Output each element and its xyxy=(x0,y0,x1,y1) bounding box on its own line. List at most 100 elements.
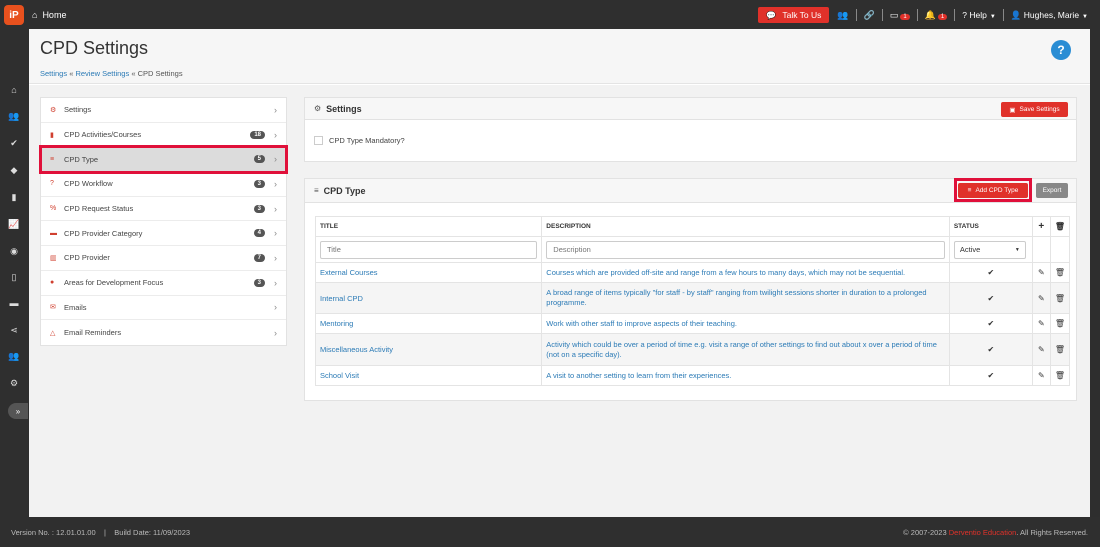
user-menu[interactable]: 👤 Hughes, Marie ▼ xyxy=(1011,10,1088,21)
menu-item-cpd-request-status[interactable]: % CPD Request Status 3 › xyxy=(41,197,286,222)
main-area: CPD Settings Settings « Review Settings … xyxy=(29,29,1090,517)
settings-menu: ⚙ Settings › ▮ CPD Activities/Courses 18 › ≡ CPD… xyxy=(39,97,288,346)
user-name: Hughes, Marie xyxy=(1023,9,1080,20)
chart-icon[interactable]: 📈 xyxy=(0,212,28,236)
pencil-icon[interactable]: ✎ xyxy=(1031,313,1051,334)
menu-item-areas-for-development-focus[interactable]: ● Areas for Development Focus 3 › xyxy=(41,271,286,296)
menu-item-cpd-type[interactable]: ≡ CPD Type 5 › xyxy=(39,145,288,175)
group-icon[interactable]: 👥 xyxy=(0,344,28,368)
check-icon[interactable]: ✔ xyxy=(0,131,28,155)
chat-bubble-icon: 💬 xyxy=(766,10,777,20)
cpd-type-panel-title: CPD Type xyxy=(323,185,366,196)
chevron-right-icon: › xyxy=(274,154,277,165)
pencil-icon[interactable]: ✎ xyxy=(1031,333,1051,366)
divider xyxy=(1002,9,1004,21)
users-icon[interactable]: 👥 xyxy=(837,10,848,21)
trash-icon[interactable]: 🗑 xyxy=(1049,216,1071,237)
list-icon: ≡ xyxy=(50,155,55,163)
folder-icon: ▬ xyxy=(50,229,57,237)
file-icon[interactable]: ▯ xyxy=(0,265,28,289)
menu-item-label: Email Reminders xyxy=(64,328,122,338)
count-badge: 3 xyxy=(253,179,265,188)
row-title[interactable]: School Visit xyxy=(314,365,543,386)
breadcrumb-settings[interactable]: Settings xyxy=(40,69,67,78)
menu-item-email-reminders[interactable]: △ Email Reminders › xyxy=(41,320,286,345)
chevron-right-icon: › xyxy=(274,252,277,263)
check-icon: ✔ xyxy=(948,333,1033,366)
book-icon[interactable]: ▮ xyxy=(0,185,28,209)
pencil-icon[interactable]: ✎ xyxy=(1031,365,1051,386)
check-icon: ✔ xyxy=(948,282,1033,314)
column-description[interactable]: DESCRIPTION xyxy=(541,216,950,237)
bell-icon: △ xyxy=(50,329,56,337)
row-title[interactable]: Miscellaneous Activity xyxy=(314,333,543,366)
trash-icon[interactable]: 🗑 xyxy=(1049,333,1071,366)
cpd-type-mandatory-checkbox[interactable] xyxy=(314,136,323,145)
users-icon[interactable]: 👥 xyxy=(0,104,28,128)
trash-icon[interactable]: 🗑 xyxy=(1049,313,1071,334)
cpd-type-mandatory-row: CPD Type Mandatory? xyxy=(314,136,405,145)
chevron-right-icon: › xyxy=(274,327,277,338)
brand-link[interactable]: Derventio Education xyxy=(949,528,1017,537)
trash-icon[interactable]: 🗑 xyxy=(1049,365,1071,386)
column-title[interactable]: TITLE xyxy=(314,216,543,237)
expand-sidebar-button[interactable]: » xyxy=(8,403,28,419)
share-icon[interactable]: ⋖ xyxy=(0,318,28,342)
building-icon: ▥ xyxy=(50,254,57,262)
add-row-icon[interactable]: + xyxy=(1031,216,1051,237)
save-settings-button[interactable]: ▣ Save Settings xyxy=(1001,102,1068,117)
globe-icon[interactable]: ◉ xyxy=(0,239,28,263)
description-filter-input[interactable] xyxy=(546,240,945,259)
status-filter-select[interactable]: Active ▼ xyxy=(953,240,1026,259)
table-row[interactable]: Mentoring Work with other staff to improv… xyxy=(314,313,1071,334)
home-icon[interactable]: ⌂ xyxy=(0,78,28,102)
menu-item-cpd-activities-courses[interactable]: ▮ CPD Activities/Courses 18 › xyxy=(41,123,286,148)
top-right-nav: 💬 Talk To Us 👥 🔗 ▭ 1 🔔 1 ? Help ▼ 👤 Hughes,… xyxy=(758,0,1088,30)
row-title[interactable]: Mentoring xyxy=(314,313,543,334)
divider xyxy=(855,9,857,21)
row-title[interactable]: External Courses xyxy=(314,262,543,283)
count-badge: 7 xyxy=(253,253,265,262)
bell-icon[interactable]: 🔔 1 xyxy=(925,10,948,21)
app-logo[interactable]: iP xyxy=(4,5,24,25)
table-row[interactable]: Miscellaneous Activity Activity which cou… xyxy=(314,333,1071,366)
gears-icon: ⚙ xyxy=(314,104,322,113)
breadcrumb-review-settings[interactable]: Review Settings xyxy=(75,69,129,78)
trash-icon[interactable]: 🗑 xyxy=(1049,262,1071,283)
copyright-prefix: © 2007-2023 xyxy=(903,527,947,537)
title-filter-input[interactable] xyxy=(320,240,538,259)
table-row[interactable]: External Courses Courses which are provid… xyxy=(314,262,1071,283)
export-button[interactable]: Export xyxy=(1036,183,1068,198)
menu-item-cpd-provider[interactable]: ▥ CPD Provider 7 › xyxy=(41,246,286,271)
copyright-suffix: . All Rights Reserved. xyxy=(1016,527,1088,537)
table-row[interactable]: School Visit A visit to another setting t… xyxy=(314,365,1071,386)
footer-right: © 2007-2023 Derventio Education. All Rig… xyxy=(903,528,1088,537)
menu-item-cpd-workflow[interactable]: ? CPD Workflow 3 › xyxy=(41,172,286,197)
link-icon[interactable]: 🔗 xyxy=(864,10,875,21)
menu-item-settings[interactable]: ⚙ Settings › xyxy=(41,98,286,123)
left-icon-strip: ⌂ 👥 ✔ ◆ ▮ 📈 ◉ ▯ ▬ ⋖ 👥 ⚙ » xyxy=(0,30,28,517)
pencil-icon[interactable]: ✎ xyxy=(1031,282,1051,314)
row-description: Courses which are provided off-site and … xyxy=(541,262,950,283)
talk-to-us-label: Talk To Us xyxy=(782,10,822,20)
table-row[interactable]: Internal CPD A broad range of items typic… xyxy=(314,282,1071,314)
breadcrumb-current: CPD Settings xyxy=(137,69,183,78)
column-status[interactable]: STATUS xyxy=(948,216,1033,237)
count-badge: 3 xyxy=(253,204,265,213)
tag-icon[interactable]: ◆ xyxy=(0,158,28,182)
mail-icon[interactable]: ▭ 1 xyxy=(890,10,910,21)
menu-item-emails[interactable]: ✉ Emails › xyxy=(41,296,286,321)
help-menu[interactable]: ? Help ▼ xyxy=(962,10,996,20)
help-icon[interactable]: ? xyxy=(1051,40,1071,60)
list-icon: ≡ xyxy=(314,186,319,195)
menu-item-label: Areas for Development Focus xyxy=(64,278,164,288)
pencil-icon[interactable]: ✎ xyxy=(1031,262,1051,283)
folder-icon[interactable]: ▬ xyxy=(0,291,28,315)
trash-icon[interactable]: 🗑 xyxy=(1049,282,1071,314)
row-title[interactable]: Internal CPD xyxy=(314,282,543,314)
home-link[interactable]: ⌂ Home xyxy=(32,10,66,20)
home-label: Home xyxy=(42,10,67,20)
talk-to-us-button[interactable]: 💬 Talk To Us xyxy=(758,7,830,23)
gears-icon[interactable]: ⚙ xyxy=(0,371,28,395)
menu-item-cpd-provider-category[interactable]: ▬ CPD Provider Category 4 › xyxy=(41,221,286,247)
